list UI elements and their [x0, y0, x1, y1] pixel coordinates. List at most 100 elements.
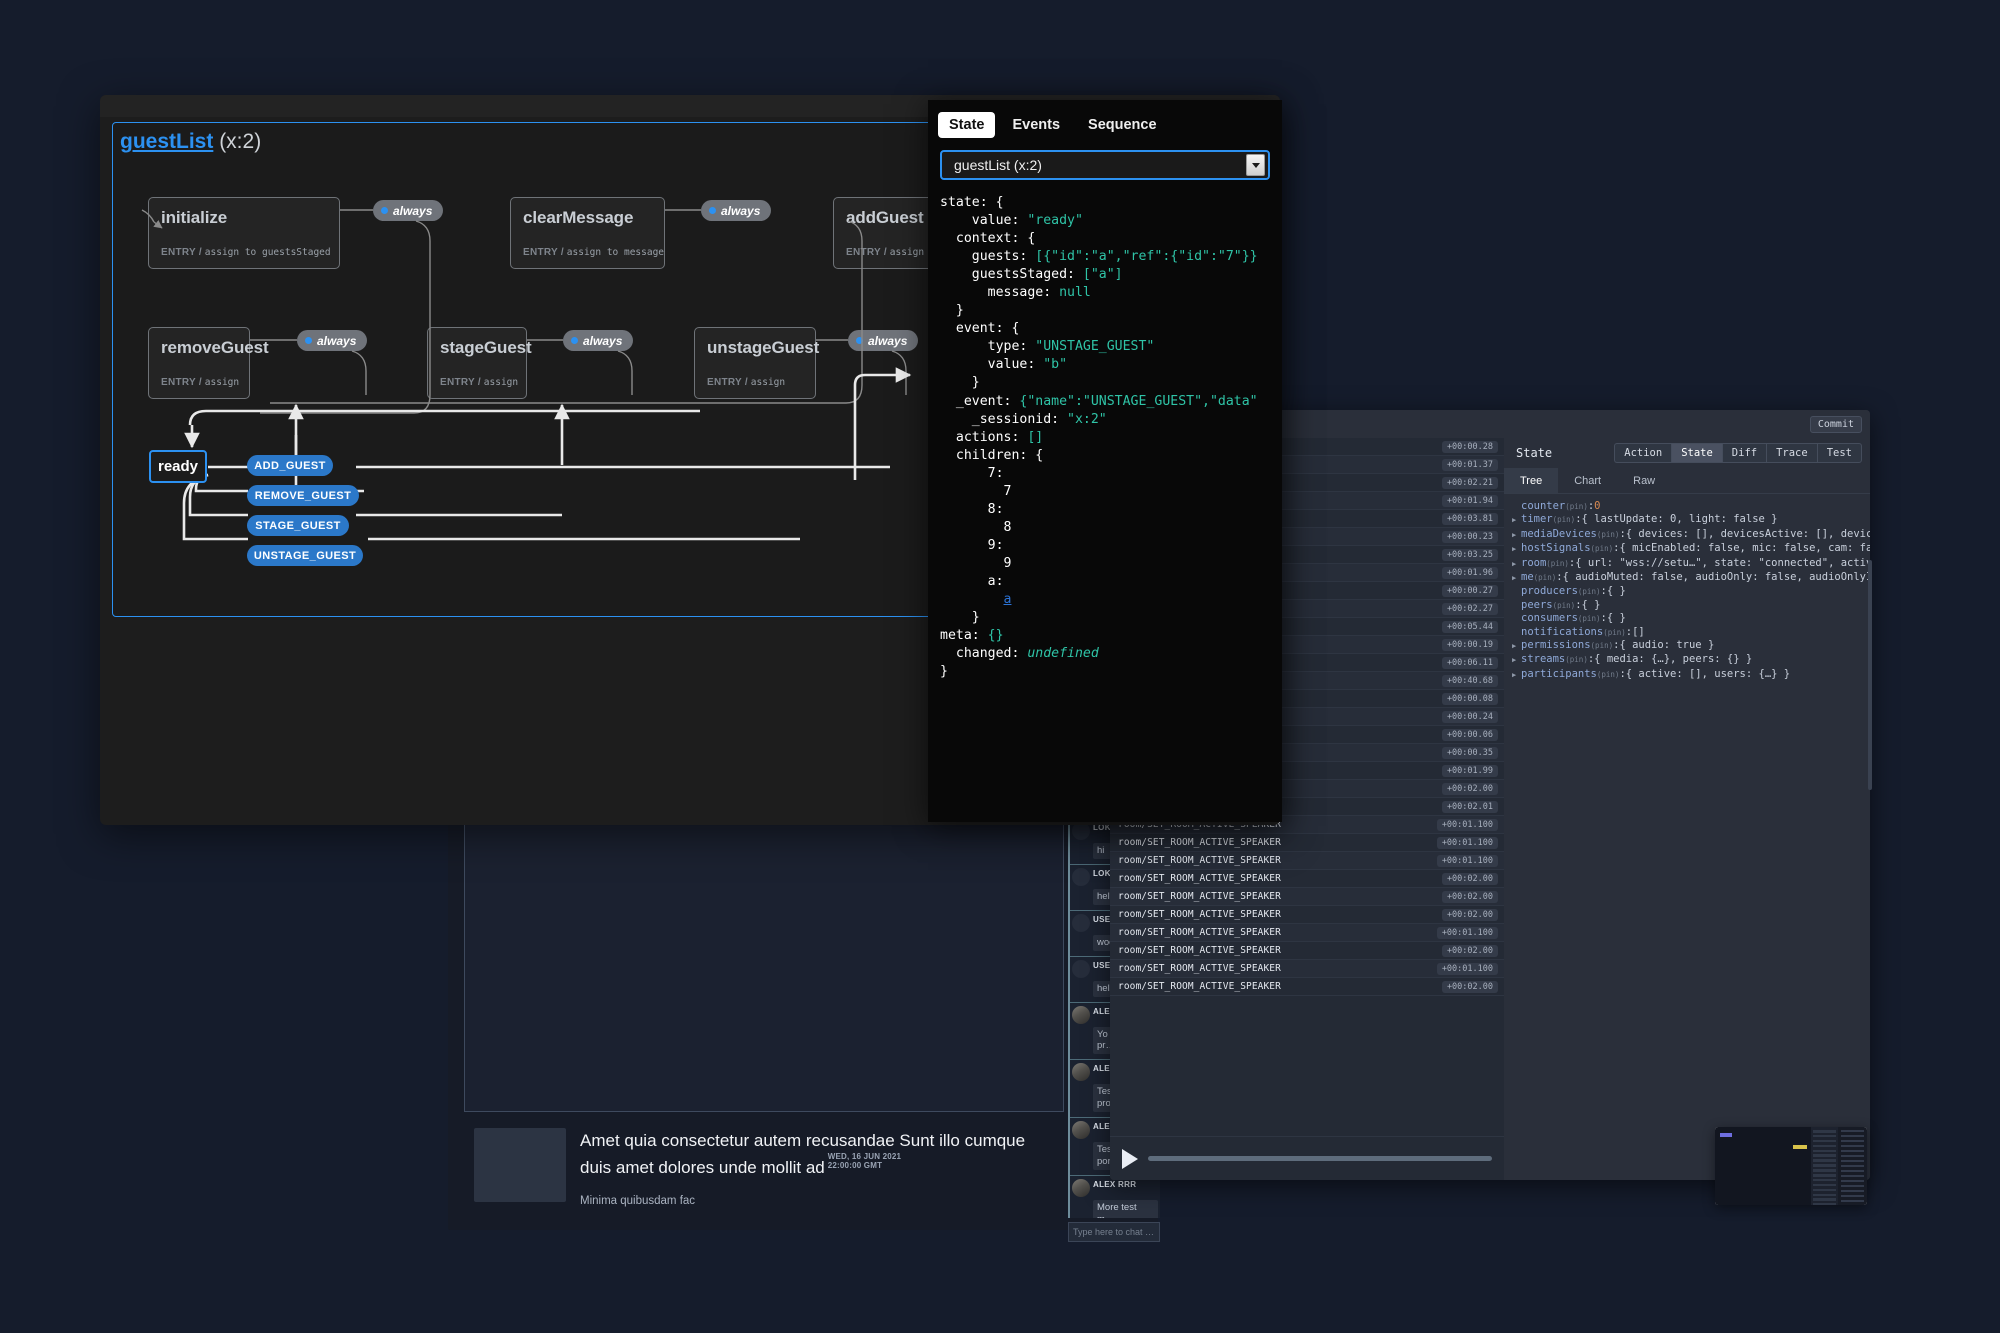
- pin-label[interactable]: (pin): [1546, 557, 1569, 570]
- pin-label[interactable]: (pin): [1591, 639, 1614, 652]
- machine-name[interactable]: guestList: [120, 130, 213, 153]
- devtools-scrollbar[interactable]: [1868, 560, 1872, 790]
- state-tree-row[interactable]: ▶permissions (pin): { audio: true }: [1512, 639, 1862, 653]
- state-tree-row[interactable]: ▶me (pin): { audioMuted: false, audioOnl…: [1512, 571, 1862, 585]
- view-tab-group[interactable]: TreeChartRaw: [1504, 468, 1870, 494]
- entry-value: assign: [205, 377, 239, 388]
- json-line: _event: {"name":"UNSTAGE_GUEST","data": [940, 393, 1282, 411]
- playback-slider[interactable]: [1148, 1156, 1492, 1161]
- transition-pill-always[interactable]: always: [373, 200, 443, 221]
- expand-arrow-icon[interactable]: ▶: [1512, 514, 1521, 527]
- action-log-row[interactable]: room/SET_ROOM_ACTIVE_SPEAKER+00:02.00: [1110, 906, 1504, 924]
- expand-arrow-icon[interactable]: ▶: [1512, 669, 1521, 682]
- action-timestamp: +00:02.00: [1442, 945, 1498, 957]
- action-log-row[interactable]: room/SET_ROOM_ACTIVE_SPEAKER+00:01.100: [1110, 852, 1504, 870]
- inspector-tab-state[interactable]: State: [938, 112, 995, 138]
- state-json-view[interactable]: state: { value: "ready" context: { guest…: [928, 180, 1282, 681]
- json-line: 9:: [940, 537, 1282, 555]
- state-node-initialize[interactable]: initialize ENTRY / assign to guestsStage…: [148, 197, 340, 269]
- pin-label[interactable]: (pin): [1597, 528, 1620, 541]
- expand-arrow-icon[interactable]: ▶: [1512, 543, 1521, 556]
- monitor-tab-diff[interactable]: Diff: [1722, 443, 1766, 463]
- inspector-tab-events[interactable]: Events: [1001, 112, 1071, 138]
- action-log-row[interactable]: room/SET_ROOM_ACTIVE_SPEAKER+00:02.00: [1110, 870, 1504, 888]
- monitor-tab-state[interactable]: State: [1671, 443, 1722, 463]
- pin-label[interactable]: (pin): [1553, 513, 1576, 526]
- inspector-tab-sequence[interactable]: Sequence: [1077, 112, 1168, 138]
- pin-label[interactable]: (pin): [1553, 599, 1576, 612]
- action-log-row[interactable]: room/SET_ROOM_ACTIVE_SPEAKER+00:02.00: [1110, 942, 1504, 960]
- monitor-tab-test[interactable]: Test: [1817, 443, 1862, 463]
- transition-pill-always[interactable]: always: [848, 330, 918, 351]
- json-value-link[interactable]: a: [1004, 592, 1012, 607]
- state-node-stageGuest[interactable]: stageGuest ENTRY / assign: [427, 327, 527, 399]
- json-line: meta: {}: [940, 627, 1282, 645]
- commit-button[interactable]: Commit: [1810, 416, 1862, 433]
- chevron-down-icon[interactable]: [1246, 154, 1265, 176]
- pin-label[interactable]: (pin): [1578, 585, 1601, 598]
- monitor-tab-trace[interactable]: Trace: [1766, 443, 1817, 463]
- state-tree-row[interactable]: ▶hostSignals (pin): { micEnabled: false,…: [1512, 542, 1862, 556]
- action-timestamp: +00:00.19: [1442, 639, 1498, 651]
- action-log-row[interactable]: room/SET_ROOM_ACTIVE_SPEAKER+00:02.00: [1110, 978, 1504, 996]
- state-tree-row[interactable]: consumers (pin): { }: [1512, 612, 1862, 625]
- state-tree-row[interactable]: ▶mediaDevices (pin): { devices: [], devi…: [1512, 528, 1862, 542]
- state-tree[interactable]: counter (pin): 0▶timer (pin): { lastUpda…: [1504, 494, 1870, 1180]
- state-node-unstageGuest[interactable]: unstageGuest ENTRY / assign: [694, 327, 816, 399]
- state-tree-row[interactable]: peers (pin): { }: [1512, 599, 1862, 612]
- inspector-tab-group[interactable]: StateEventsSequence: [928, 100, 1282, 146]
- event-pill-unstage-guest[interactable]: UNSTAGE_GUEST: [247, 545, 363, 566]
- monitor-tab-group[interactable]: ActionStateDiffTraceTest: [1614, 443, 1862, 463]
- view-tab-chart[interactable]: Chart: [1558, 468, 1617, 493]
- state-tree-row[interactable]: ▶participants (pin): { active: [], users…: [1512, 668, 1862, 682]
- state-node-title: stageGuest: [440, 338, 514, 358]
- pin-label[interactable]: (pin): [1591, 542, 1614, 555]
- action-log-row[interactable]: room/SET_ROOM_ACTIVE_SPEAKER+00:01.100: [1110, 924, 1504, 942]
- devtools-playback-bar[interactable]: [1110, 1136, 1504, 1180]
- active-state-ready[interactable]: ready: [149, 450, 207, 483]
- json-line: guestsStaged: ["a"]: [940, 266, 1282, 284]
- expand-arrow-icon[interactable]: ▶: [1512, 654, 1521, 667]
- state-tree-key: participants: [1521, 668, 1597, 681]
- machine-select[interactable]: guestList (x:2): [940, 150, 1270, 180]
- pin-label[interactable]: (pin): [1597, 668, 1620, 681]
- action-log-row[interactable]: room/SET_ROOM_ACTIVE_SPEAKER+00:02.00: [1110, 888, 1504, 906]
- view-tab-raw[interactable]: Raw: [1617, 468, 1671, 493]
- state-node-removeGuest[interactable]: removeGuest ENTRY / assign: [148, 327, 250, 399]
- state-tree-row[interactable]: ▶room (pin): { url: "wss://setu…", state…: [1512, 557, 1862, 571]
- state-tree-row[interactable]: notifications (pin): []: [1512, 626, 1862, 639]
- event-pill-stage-guest[interactable]: STAGE_GUEST: [247, 515, 349, 536]
- pin-label[interactable]: (pin): [1565, 500, 1588, 513]
- monitor-tab-action[interactable]: Action: [1614, 443, 1671, 463]
- expand-arrow-icon[interactable]: ▶: [1512, 529, 1521, 542]
- browser-thumbnail-minimap[interactable]: [1715, 1127, 1867, 1205]
- play-icon[interactable]: [1122, 1149, 1138, 1169]
- action-timestamp: +00:02.00: [1442, 981, 1498, 993]
- pin-label[interactable]: (pin): [1578, 612, 1601, 625]
- state-tree-row[interactable]: producers (pin): { }: [1512, 585, 1862, 598]
- action-log-row[interactable]: room/SET_ROOM_ACTIVE_SPEAKER+00:01.100: [1110, 834, 1504, 852]
- pin-label[interactable]: (pin): [1565, 653, 1588, 666]
- state-node-clearMessage[interactable]: clearMessage ENTRY / assign to message: [510, 197, 665, 269]
- transition-pill-always[interactable]: always: [563, 330, 633, 351]
- expand-arrow-icon[interactable]: ▶: [1512, 572, 1521, 585]
- view-tab-tree[interactable]: Tree: [1504, 468, 1558, 493]
- event-label: ADD_GUEST: [254, 460, 325, 472]
- state-tree-row[interactable]: ▶streams (pin): { media: {…}, peers: {} …: [1512, 653, 1862, 667]
- action-log-row[interactable]: room/SET_ROOM_ACTIVE_SPEAKER+00:01.100: [1110, 960, 1504, 978]
- chat-input[interactable]: Type here to chat …: [1068, 1222, 1160, 1242]
- machine-title[interactable]: guestList (x:2): [120, 130, 261, 154]
- transition-pill-always[interactable]: always: [297, 330, 367, 351]
- transition-label: always: [721, 204, 760, 218]
- pin-label[interactable]: (pin): [1603, 626, 1626, 639]
- event-pill-remove-guest[interactable]: REMOVE_GUEST: [247, 485, 359, 506]
- event-pill-add-guest[interactable]: ADD_GUEST: [247, 455, 333, 476]
- transition-pill-always[interactable]: always: [701, 200, 771, 221]
- expand-arrow-icon[interactable]: ▶: [1512, 558, 1521, 571]
- expand-arrow-icon[interactable]: ▶: [1512, 640, 1521, 653]
- article-card[interactable]: Amet quia consectetur autem recusandae S…: [464, 1120, 1064, 1210]
- state-tree-row[interactable]: ▶timer (pin): { lastUpdate: 0, light: fa…: [1512, 513, 1862, 527]
- article-subtitle: Minima quibusdam fac: [580, 1195, 1054, 1207]
- pin-label[interactable]: (pin): [1534, 571, 1557, 584]
- state-tree-row[interactable]: counter (pin): 0: [1512, 500, 1862, 513]
